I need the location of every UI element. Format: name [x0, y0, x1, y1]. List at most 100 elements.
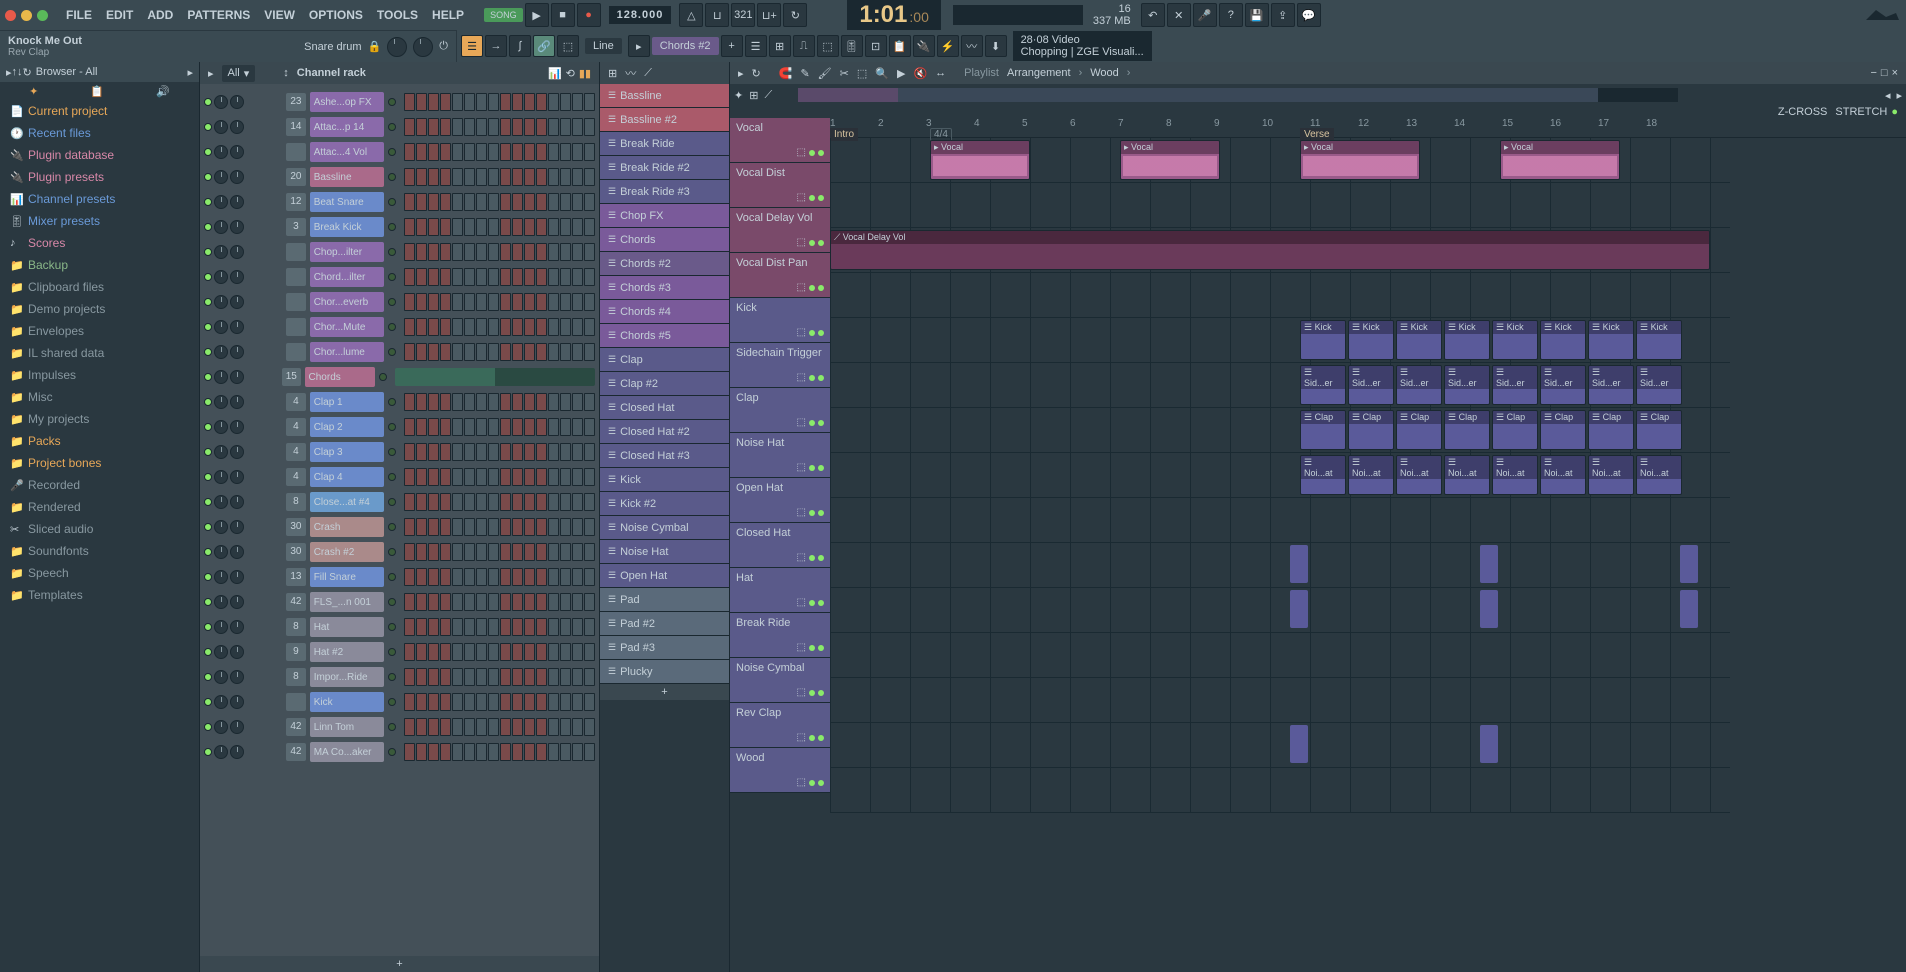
step-button[interactable] [560, 643, 571, 661]
step-button[interactable] [500, 718, 511, 736]
track-solo-dot[interactable] [818, 150, 824, 156]
step-button[interactable] [476, 293, 487, 311]
step-button[interactable] [584, 643, 595, 661]
step-button[interactable] [416, 568, 427, 586]
channel-pan-knob[interactable] [214, 420, 228, 434]
channel-mute-led[interactable] [204, 523, 212, 531]
main-volume-knob[interactable] [387, 37, 407, 57]
step-button[interactable] [464, 268, 475, 286]
channel-pan-knob[interactable] [214, 570, 228, 584]
step-button[interactable] [572, 218, 583, 236]
link-button[interactable]: 🔗 [533, 35, 555, 57]
wait-input-button[interactable]: ⊔ [705, 3, 729, 27]
channel-mute-led[interactable] [204, 98, 212, 106]
channel-name-button[interactable]: Beat Snare [310, 192, 384, 212]
step-button[interactable] [440, 518, 451, 536]
step-button[interactable] [572, 93, 583, 111]
step-button[interactable] [512, 668, 523, 686]
track-mute-dot[interactable] [809, 240, 815, 246]
channel-number[interactable]: 8 [286, 493, 306, 511]
channel-name-button[interactable]: Impor...Ride [310, 667, 384, 687]
pattern-item[interactable]: ☰Chords [600, 228, 729, 252]
step-button[interactable] [416, 693, 427, 711]
step-button[interactable] [572, 268, 583, 286]
step-button[interactable] [536, 343, 547, 361]
channel-select-led[interactable] [388, 448, 396, 456]
pattern-item[interactable]: ☰Break Ride [600, 132, 729, 156]
step-button[interactable] [560, 468, 571, 486]
step-button[interactable] [452, 193, 463, 211]
step-button[interactable] [584, 343, 595, 361]
track-icon[interactable]: ⬚ [797, 597, 806, 608]
step-button[interactable] [548, 693, 559, 711]
track-icon[interactable]: ⬚ [797, 777, 806, 788]
step-button[interactable] [452, 93, 463, 111]
channel-name-button[interactable]: MA Co...aker [310, 742, 384, 762]
channel-vol-knob[interactable] [230, 170, 244, 184]
track-header[interactable]: Noise Cymbal ⬚ [730, 658, 830, 703]
step-button[interactable] [572, 643, 583, 661]
step-button[interactable] [464, 443, 475, 461]
step-button[interactable] [440, 618, 451, 636]
step-button[interactable] [464, 118, 475, 136]
step-button[interactable] [524, 443, 535, 461]
pattern-clip[interactable] [1680, 545, 1698, 583]
step-button[interactable] [548, 643, 559, 661]
channel-select-led[interactable] [379, 373, 387, 381]
step-button[interactable] [488, 468, 499, 486]
browser-item[interactable]: ♪Scores [0, 232, 199, 254]
step-button[interactable] [500, 243, 511, 261]
pattern-clip[interactable]: ☰ Sid...er [1348, 365, 1394, 405]
track-icon[interactable]: ⬚ [797, 372, 806, 383]
browser-item[interactable]: 📁Clipboard files [0, 276, 199, 298]
step-button[interactable] [524, 143, 535, 161]
step-button[interactable] [452, 493, 463, 511]
cr-graph-icon[interactable]: 📊 [548, 67, 562, 80]
pl-tool-select-icon[interactable]: ⬚ [857, 67, 867, 80]
step-button[interactable] [584, 143, 595, 161]
browser-item[interactable]: 🕐Recent files [0, 122, 199, 144]
track-icon[interactable]: ⬚ [797, 147, 806, 158]
step-button[interactable] [476, 468, 487, 486]
channel-select-led[interactable] [388, 648, 396, 656]
browser-copy-icon[interactable]: 📋 [90, 85, 104, 98]
step-button[interactable] [584, 693, 595, 711]
midi-button[interactable]: ⬚ [557, 35, 579, 57]
channel-select-led[interactable] [388, 598, 396, 606]
track-solo-dot[interactable] [818, 195, 824, 201]
step-button[interactable] [524, 718, 535, 736]
step-button[interactable] [524, 343, 535, 361]
step-button[interactable] [560, 293, 571, 311]
pattern-clip[interactable]: ☰ Noi...at [1396, 455, 1442, 495]
channel-mute-led[interactable] [204, 248, 212, 256]
step-button[interactable] [560, 393, 571, 411]
step-button[interactable] [476, 668, 487, 686]
track-icon[interactable]: ⬚ [797, 732, 806, 743]
step-button[interactable] [488, 543, 499, 561]
track-header[interactable]: Wood ⬚ [730, 748, 830, 793]
step-button[interactable] [536, 518, 547, 536]
step-button[interactable] [404, 193, 415, 211]
step-button[interactable] [464, 318, 475, 336]
step-button[interactable] [428, 418, 439, 436]
step-button[interactable] [512, 693, 523, 711]
channel-number[interactable]: 15 [282, 368, 301, 386]
step-button[interactable] [560, 493, 571, 511]
track-solo-dot[interactable] [818, 510, 824, 516]
step-button[interactable] [584, 593, 595, 611]
pl-nav-icon[interactable]: ✦ [734, 89, 743, 102]
help-button[interactable]: ? [1219, 3, 1243, 27]
channel-vol-knob[interactable] [230, 470, 244, 484]
step-button[interactable] [524, 493, 535, 511]
channel-number[interactable]: 4 [286, 443, 306, 461]
pl-minimize-icon[interactable]: − [1870, 67, 1876, 79]
plugin-button[interactable]: 🔌 [913, 35, 935, 57]
channel-name-button[interactable]: Kick [310, 692, 384, 712]
pattern-clip[interactable]: ☰ Sid...er [1396, 365, 1442, 405]
step-button[interactable] [560, 618, 571, 636]
channel-mute-led[interactable] [204, 148, 212, 156]
pattern-clip[interactable]: ☰ Sid...er [1636, 365, 1682, 405]
channel-number[interactable]: 42 [286, 743, 306, 761]
step-button[interactable] [476, 643, 487, 661]
step-button[interactable] [560, 93, 571, 111]
